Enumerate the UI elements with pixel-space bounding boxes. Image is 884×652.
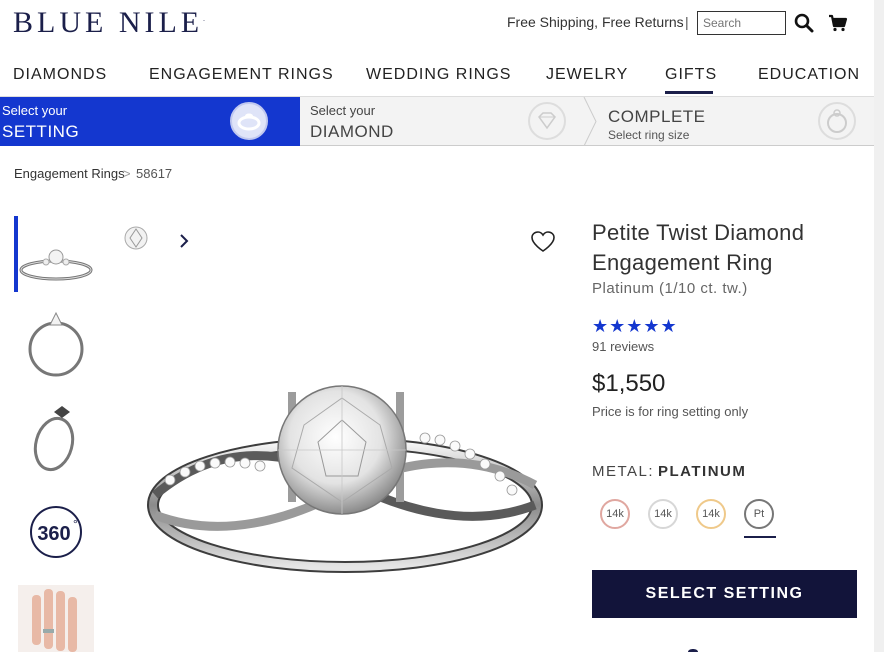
step-diamond-caption: Select your <box>310 103 376 118</box>
metal-swatch-platinum[interactable]: Pt <box>744 499 774 529</box>
breadcrumb-current: 58617 <box>136 166 173 181</box>
nav-jewelry[interactable]: JEWELRY <box>546 66 628 84</box>
partial-icon <box>688 649 698 652</box>
step-complete-caption: Select ring size <box>608 128 690 142</box>
metal-swatch-white-gold[interactable]: 14k <box>648 499 678 529</box>
metal-swatch-rose-gold[interactable]: 14k <box>600 499 630 529</box>
badge-360-label: 360 <box>37 523 70 545</box>
free-shipping-link[interactable]: Free Shipping, Free Returns <box>507 14 684 30</box>
page-scrollbar[interactable] <box>874 0 884 652</box>
nav-wedding-rings[interactable]: WEDDING RINGS <box>366 66 511 84</box>
rating-stars-icon[interactable]: ★★★★★ <box>592 316 678 337</box>
thumbnail-ring-profile[interactable] <box>18 402 94 472</box>
breadcrumb-separator: > <box>123 166 131 181</box>
thumbnail-ring-angle[interactable] <box>18 220 94 290</box>
cart-icon[interactable] <box>828 13 848 33</box>
nav-active-indicator <box>665 91 713 94</box>
blue-nile-logo[interactable]: BLUE NILE. <box>13 6 205 40</box>
step-setting-caption: Select your <box>2 103 68 118</box>
setting-ring-icon <box>230 102 268 140</box>
metal-swatch-yellow-gold[interactable]: 14k <box>696 499 726 529</box>
product-title: Petite Twist Diamond Engagement Ring <box>592 220 805 275</box>
header-separator: | <box>685 14 689 30</box>
diamond-icon <box>528 102 566 140</box>
product-subtitle: Platinum (1/10 ct. tw.) <box>592 280 748 297</box>
thumbnail-ring-side[interactable] <box>18 308 94 378</box>
reviews-link[interactable]: 91 reviews <box>592 339 654 354</box>
page: BLUE NILE. Free Shipping, Free Returns |… <box>0 0 884 652</box>
step-arrow-divider <box>583 97 597 146</box>
thumbnail-360-view[interactable]: 360 ° <box>18 495 94 565</box>
nav-diamonds[interactable]: DIAMONDS <box>13 66 107 84</box>
select-setting-button[interactable]: SELECT SETTING <box>592 570 857 618</box>
ring-product-image[interactable] <box>140 380 550 590</box>
chevron-right-icon[interactable] <box>178 232 190 250</box>
step-arrow-active <box>286 97 300 146</box>
main-nav: DIAMONDS ENGAGEMENT RINGS WEDDING RINGS … <box>0 66 884 94</box>
nav-education[interactable]: EDUCATION <box>758 66 860 84</box>
step-complete-title: COMPLETE <box>608 107 706 126</box>
nav-engagement-rings[interactable]: ENGAGEMENT RINGS <box>149 66 334 84</box>
metal-value: PLATINUM <box>658 463 747 480</box>
step-setting-title: SETTING <box>2 122 80 141</box>
diamond-view-thumbnail[interactable] <box>120 226 154 252</box>
build-ring-steps: Select your SETTING Select your DIAMOND … <box>0 96 884 146</box>
step-select-setting[interactable]: Select your SETTING <box>0 97 300 146</box>
price-note: Price is for ring setting only <box>592 404 749 419</box>
step-diamond-title: DIAMOND <box>310 122 394 141</box>
breadcrumb-engagement-rings[interactable]: Engagement Rings <box>14 166 125 181</box>
nav-gifts[interactable]: GIFTS <box>665 66 717 84</box>
metal-label: METAL: <box>592 463 655 480</box>
product-price: $1,550 <box>592 370 666 397</box>
badge-360-degree: ° <box>73 517 78 531</box>
ring-complete-icon <box>818 102 856 140</box>
thumbnail-hand-view[interactable] <box>18 585 94 652</box>
search-input[interactable] <box>697 11 786 35</box>
wishlist-heart-icon[interactable] <box>530 230 556 254</box>
search-icon[interactable] <box>794 13 814 33</box>
metal-selected-indicator <box>744 536 776 538</box>
